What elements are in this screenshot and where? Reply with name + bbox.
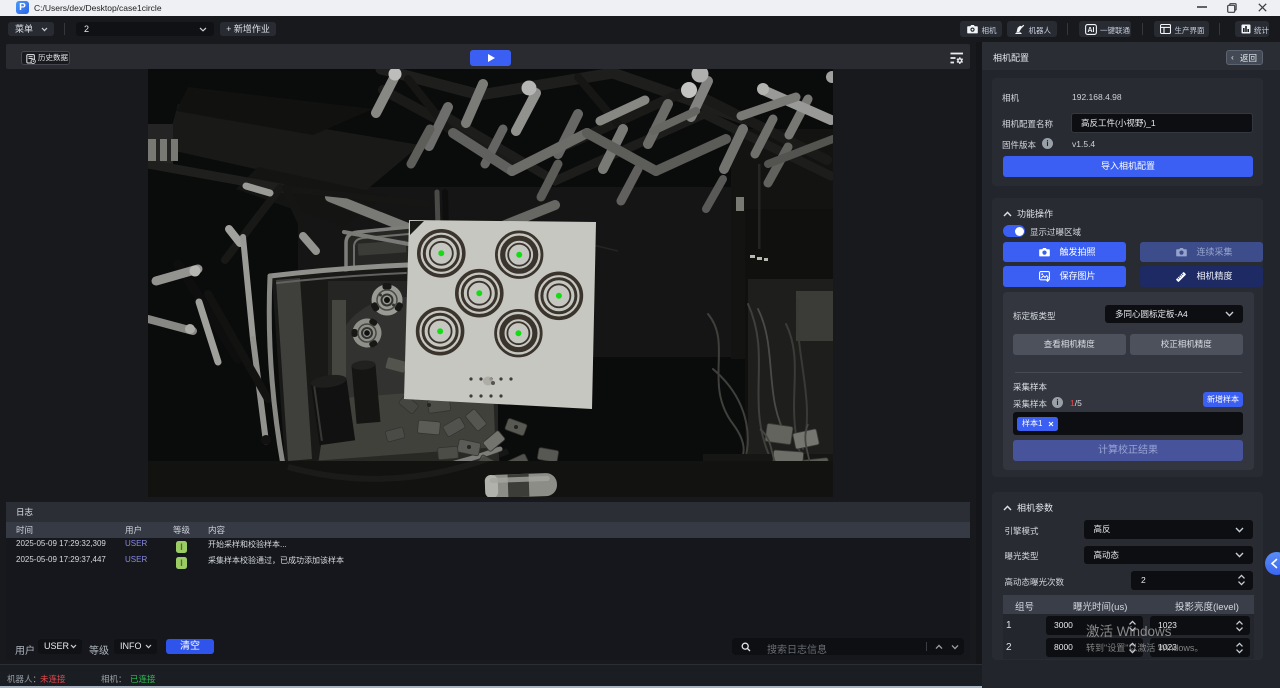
svg-text:AI: AI: [1088, 27, 1095, 34]
